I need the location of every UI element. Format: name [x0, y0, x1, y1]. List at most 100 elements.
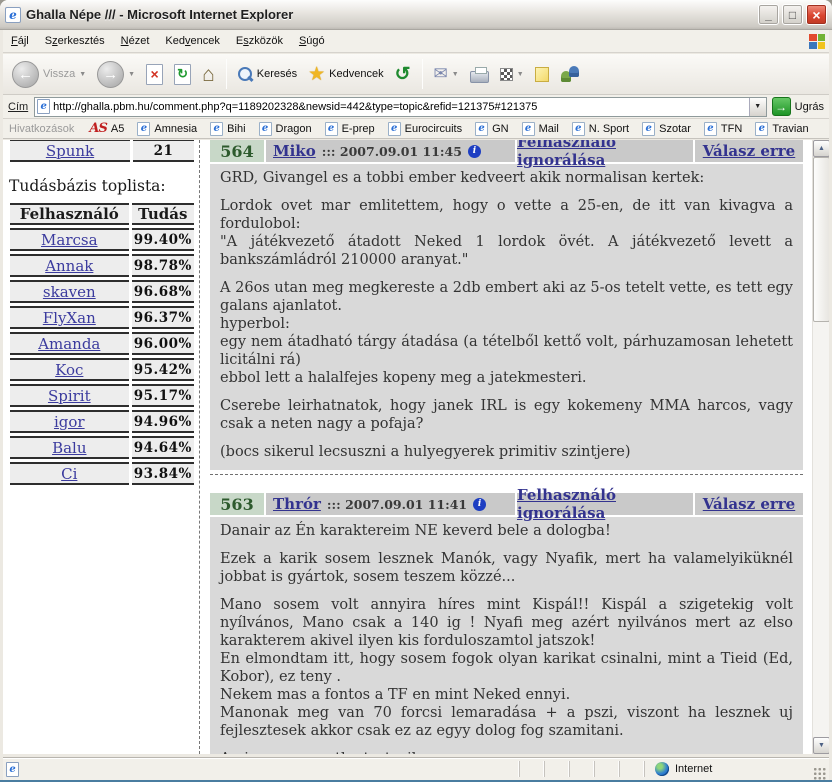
user-link[interactable]: igor	[54, 413, 85, 431]
reply-link[interactable]: Válasz erre	[703, 495, 795, 513]
status-page-icon: e	[6, 762, 19, 777]
status-pane	[519, 761, 544, 777]
stop-icon: ×	[146, 64, 163, 85]
go-label: Ugrás	[795, 101, 824, 113]
author-link[interactable]: Miko	[273, 142, 316, 160]
status-pane	[619, 761, 644, 777]
go-arrow-icon: →	[772, 97, 791, 116]
post-timestamp: ::: 2007.09.01 11:45	[322, 144, 462, 159]
back-dropdown-icon[interactable]: ▼	[79, 71, 86, 78]
address-label: Cím	[8, 101, 28, 113]
browser-window: e Ghalla Népe /// - Microsoft Internet E…	[0, 0, 832, 782]
minimize-button[interactable]: _	[758, 4, 779, 25]
user-link[interactable]: Ci	[61, 465, 77, 483]
user-link[interactable]: skaven	[43, 283, 96, 301]
user-link[interactable]: FlyXan	[43, 309, 96, 327]
maximize-button[interactable]: □	[782, 4, 803, 25]
column-header-user: Felhasználó	[10, 203, 129, 225]
security-zone: Internet	[644, 761, 812, 777]
stop-button[interactable]: ×	[143, 62, 166, 87]
user-link[interactable]: Koc	[55, 361, 83, 379]
link-nsport[interactable]: eN. Sport	[572, 122, 629, 136]
note-icon	[535, 67, 549, 82]
page-favicon: e	[37, 99, 50, 114]
link-gn[interactable]: eGN	[475, 122, 509, 136]
discuss-button[interactable]	[532, 65, 552, 84]
ignore-user-link[interactable]: Felhasználó ignorálása	[517, 486, 693, 522]
link-mail[interactable]: eMail	[522, 122, 559, 136]
ignore-user-cell: Felhasználó ignorálása	[517, 140, 693, 162]
link-amnesia[interactable]: eAmnesia	[137, 122, 197, 136]
search-button[interactable]: Keresés	[235, 65, 300, 84]
favorites-button[interactable]: ★ Kedvencek	[305, 61, 386, 88]
user-link[interactable]: Annak	[45, 257, 93, 275]
post-paragraph: Ezek a karik sosem lesznek Manók, vagy N…	[220, 550, 793, 586]
link-bihi[interactable]: eBihi	[210, 122, 245, 136]
scrollbar-thumb[interactable]	[813, 157, 829, 322]
table-row: Amanda96.00%	[10, 332, 194, 355]
ignore-user-link[interactable]: Felhasználó ignorálása	[517, 140, 693, 169]
print-button[interactable]	[467, 63, 492, 85]
history-button[interactable]: ↺	[392, 61, 414, 88]
menu-tools[interactable]: Eszközök	[228, 31, 291, 51]
user-link[interactable]: Marcsa	[41, 231, 98, 249]
mail-button[interactable]: ✉ ▼	[431, 62, 462, 86]
post-author-cell: Thrór ::: 2007.09.01 11:41 i	[266, 493, 515, 515]
scroll-up-button[interactable]: ▲	[813, 140, 829, 157]
user-link[interactable]: Spunk	[46, 142, 94, 160]
zone-label: Internet	[675, 763, 712, 775]
edit-button[interactable]: ▼	[497, 66, 527, 83]
user-link[interactable]: Spirit	[48, 387, 91, 405]
forward-dropdown-icon[interactable]: ▼	[128, 71, 135, 78]
mail-icon: ✉	[434, 64, 448, 84]
vertical-scrollbar[interactable]: ▲ ▼	[812, 140, 829, 754]
toplist-title: Tudásbázis toplista:	[9, 177, 197, 195]
refresh-button[interactable]: ↻	[171, 62, 194, 87]
address-field: e ▼	[34, 97, 766, 117]
address-dropdown-button[interactable]: ▼	[749, 98, 766, 116]
go-button[interactable]: → Ugrás	[772, 97, 824, 116]
table-row: Ci93.84%	[10, 462, 194, 485]
mail-dropdown-icon[interactable]: ▼	[452, 71, 459, 78]
reply-link[interactable]: Válasz erre	[703, 142, 795, 160]
user-link[interactable]: Amanda	[38, 335, 100, 353]
user-link[interactable]: Balu	[52, 439, 86, 457]
table-row: Spirit95.17%	[10, 384, 194, 407]
resize-grip[interactable]	[812, 766, 826, 780]
link-travian[interactable]: eTravian	[755, 122, 808, 136]
link-szotar[interactable]: eSzotar	[642, 122, 691, 136]
menu-favorites[interactable]: Kedvencek	[157, 31, 227, 51]
a5-logo-icon: AS	[89, 121, 106, 136]
author-link[interactable]: Thrór	[273, 495, 321, 513]
edit-dropdown-icon[interactable]: ▼	[517, 71, 524, 78]
ie-favicon: e	[522, 122, 535, 136]
sidebar-top-table: Spunk 21	[7, 140, 197, 165]
link-a5[interactable]: ASA5	[89, 121, 124, 136]
standard-toolbar: ← Vissza ▼ → ▼ × ↻ ⌂ Keresés ★ Kedvencek…	[3, 54, 829, 95]
link-tfn[interactable]: eTFN	[704, 122, 742, 136]
menu-help[interactable]: Súgó	[291, 31, 333, 51]
menu-view[interactable]: Nézet	[113, 31, 158, 51]
forward-button[interactable]: → ▼	[94, 59, 138, 90]
menu-edit[interactable]: Szerkesztés	[37, 31, 113, 51]
scroll-down-button[interactable]: ▼	[813, 737, 829, 754]
info-icon[interactable]: i	[473, 498, 486, 511]
reply-cell: Válasz erre	[695, 493, 803, 515]
ie-favicon: e	[755, 122, 768, 136]
info-icon[interactable]: i	[468, 145, 481, 158]
link-eprep[interactable]: eE-prep	[325, 122, 375, 136]
close-button[interactable]: ×	[806, 4, 827, 25]
ie-favicon: e	[259, 122, 272, 136]
address-input[interactable]	[50, 101, 748, 113]
menu-file[interactable]: Fájl	[3, 31, 37, 51]
link-eurocircuits[interactable]: eEurocircuits	[388, 122, 462, 136]
post-body: GRD, Givangel es a tobbi ember kedveert …	[210, 164, 803, 470]
post-number: 564	[210, 140, 264, 162]
back-button[interactable]: ← Vissza ▼	[9, 59, 89, 90]
post-paragraph: Danair az Én karaktereim NE keverd bele …	[220, 522, 793, 540]
link-dragon[interactable]: eDragon	[259, 122, 312, 136]
forum-post-564: 564 Miko ::: 2007.09.01 11:45 i Felhaszn…	[210, 140, 803, 470]
messenger-button[interactable]	[557, 63, 585, 85]
home-button[interactable]: ⌂	[199, 62, 218, 87]
edit-page-icon	[500, 68, 513, 81]
